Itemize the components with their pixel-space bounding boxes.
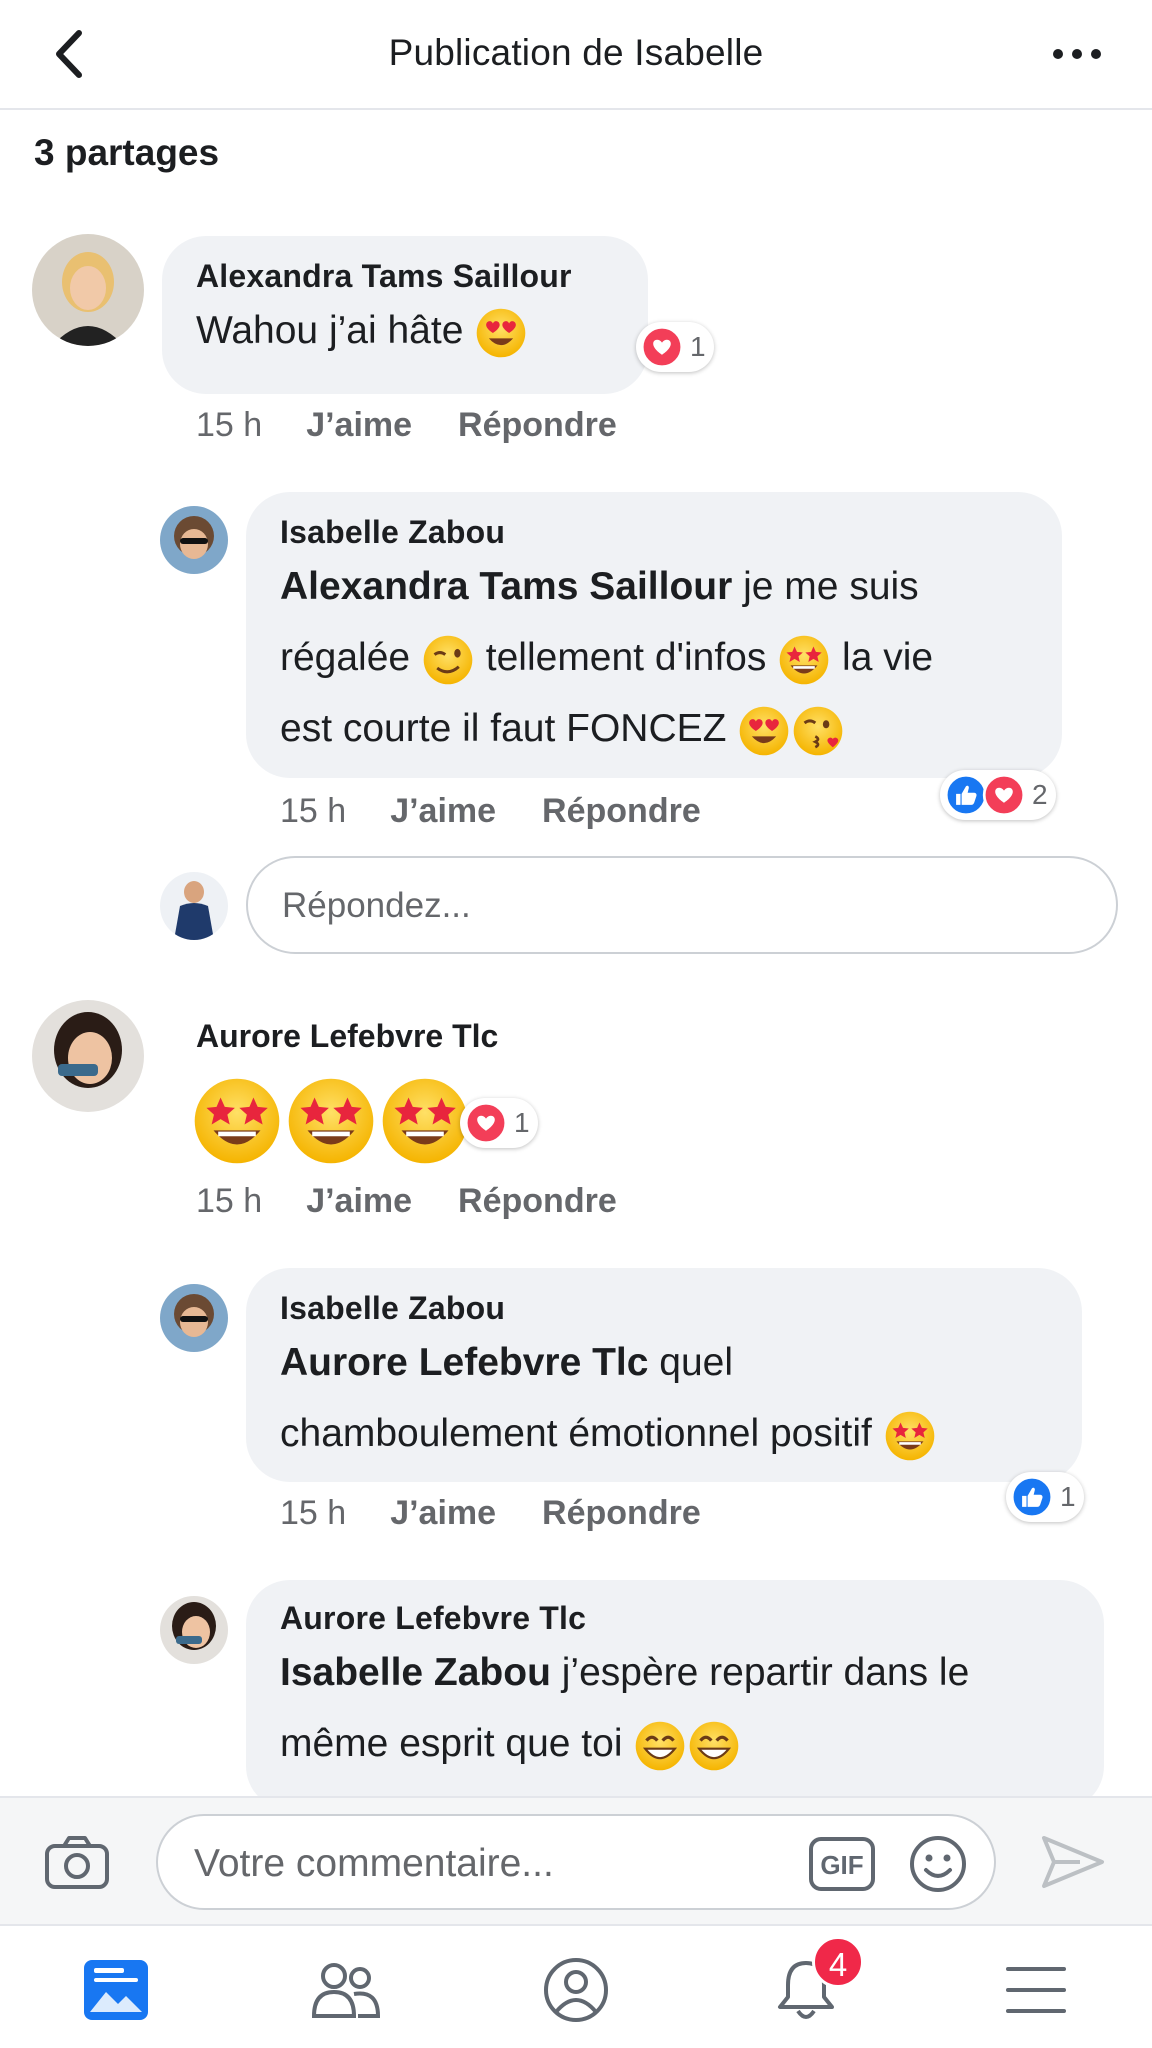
like-button[interactable]: J’aime	[306, 1182, 412, 1220]
comment-author[interactable]: Isabelle Zabou	[280, 1290, 1048, 1327]
send-button[interactable]	[1040, 1834, 1106, 1895]
tab-menu[interactable]	[996, 1950, 1076, 2030]
camera-button[interactable]	[44, 1834, 110, 1895]
star-struck-emoji-icon	[777, 633, 831, 687]
reaction-summary[interactable]: 1	[636, 322, 714, 372]
top-bar: Publication de Isabelle	[0, 0, 1152, 110]
comment-bubble[interactable]: Aurore Lefebvre Tlc Isabelle Zabou j’esp…	[246, 1580, 1104, 1810]
reaction-count: 1	[690, 331, 706, 362]
tab-friends[interactable]	[306, 1950, 386, 2030]
reply-button[interactable]: Répondre	[542, 1494, 701, 1532]
grin-emoji-icon	[633, 1719, 687, 1773]
comment-input-placeholder: Votre commentaire...	[194, 1842, 554, 1885]
star-struck-emoji-icon	[378, 1074, 472, 1168]
comment-composer: Votre commentaire... GIF	[0, 1796, 1152, 1924]
comment-author[interactable]: Aurore Lefebvre Tlc	[196, 1018, 498, 1055]
comment-time: 15 h	[280, 792, 347, 830]
smiley-icon	[910, 1836, 966, 1892]
gif-icon: GIF	[809, 1837, 875, 1891]
reply-button[interactable]: Répondre	[542, 792, 701, 830]
comment-meta: 15 h J’aime Répondre	[196, 1182, 663, 1221]
page-title: Publication de Isabelle	[388, 32, 764, 73]
comment-bubble[interactable]: Isabelle Zabou Aurore Lefebvre Tlc quel …	[246, 1268, 1082, 1482]
reply-input[interactable]: Répondez...	[246, 856, 1118, 954]
comment-bubble[interactable]: Alexandra Tams Saillour Wahou j’ai hâte	[162, 236, 648, 394]
svg-text:GIF: GIF	[820, 1850, 863, 1880]
comment-emojis	[190, 1074, 472, 1168]
wink-emoji-icon	[421, 633, 475, 687]
bottom-tab-bar: 4	[0, 1924, 1152, 2048]
notification-badge: 4	[812, 1936, 864, 1988]
star-struck-emoji-icon	[284, 1074, 378, 1168]
grin-emoji-icon	[687, 1719, 741, 1773]
reaction-summary[interactable]: 1	[1006, 1472, 1084, 1522]
tab-news-feed[interactable]	[76, 1950, 156, 2030]
camera-icon	[45, 1836, 109, 1889]
kiss-emoji-icon	[791, 704, 845, 758]
tab-profile[interactable]	[536, 1950, 616, 2030]
reaction-summary[interactable]: 2	[940, 770, 1056, 820]
reply-button[interactable]: Répondre	[458, 1182, 617, 1220]
reply-button[interactable]: Répondre	[458, 406, 617, 444]
heart-eyes-emoji-icon	[474, 306, 528, 360]
reaction-summary[interactable]: 1	[460, 1098, 538, 1148]
gif-button[interactable]: GIF	[808, 1836, 876, 1897]
like-reaction-icon	[1010, 1475, 1054, 1519]
send-icon	[1042, 1836, 1104, 1888]
current-user-avatar	[160, 872, 228, 940]
profile-icon	[544, 1958, 608, 2022]
star-struck-emoji-icon	[883, 1409, 937, 1463]
shares-count[interactable]: 3 partages	[34, 132, 219, 174]
like-button[interactable]: J’aime	[390, 1494, 496, 1532]
comment-bubble[interactable]: Isabelle Zabou Alexandra Tams Saillour j…	[246, 492, 1062, 778]
avatar[interactable]	[160, 506, 228, 574]
ellipsis-icon	[1053, 49, 1101, 59]
comment-meta: 15 h J’aime Répondre	[280, 792, 747, 831]
emoji-button[interactable]	[908, 1834, 968, 1899]
avatar[interactable]	[32, 1000, 144, 1112]
reaction-count: 1	[1060, 1481, 1076, 1512]
star-struck-emoji-icon	[190, 1074, 284, 1168]
love-reaction-icon	[464, 1101, 508, 1145]
love-reaction-icon	[982, 773, 1026, 817]
menu-icon	[1006, 1967, 1066, 2013]
avatar[interactable]	[32, 234, 144, 346]
comment-text: Alexandra Tams Saillour je me suis régal…	[280, 551, 1028, 764]
like-button[interactable]: J’aime	[390, 792, 496, 830]
mention-link[interactable]: Aurore Lefebvre Tlc	[280, 1341, 648, 1384]
comment-author[interactable]: Aurore Lefebvre Tlc	[280, 1600, 1070, 1637]
mention-link[interactable]: Alexandra Tams Saillour	[280, 565, 732, 608]
heart-eyes-emoji-icon	[737, 704, 791, 758]
like-button[interactable]: J’aime	[306, 406, 412, 444]
comment-meta: 15 h J’aime Répondre	[280, 1494, 747, 1533]
avatar[interactable]	[160, 1596, 228, 1664]
comment-text: Aurore Lefebvre Tlc quel chamboulement é…	[280, 1327, 1048, 1469]
reaction-count: 2	[1032, 779, 1048, 810]
friends-icon	[311, 1963, 381, 2018]
comment-time: 15 h	[280, 1494, 347, 1532]
love-reaction-icon	[640, 325, 684, 369]
news-feed-icon	[84, 1960, 148, 2020]
comment-time: 15 h	[196, 1182, 263, 1220]
avatar[interactable]	[160, 1284, 228, 1352]
comment-text: Isabelle Zabou j’espère repartir dans le…	[280, 1637, 1070, 1779]
more-options-button[interactable]	[1042, 26, 1112, 82]
comment-input[interactable]: Votre commentaire... GIF	[156, 1814, 996, 1910]
mention-link[interactable]: Isabelle Zabou	[280, 1651, 551, 1694]
reaction-count: 1	[514, 1107, 530, 1138]
comment-author[interactable]: Alexandra Tams Saillour	[196, 258, 614, 295]
comment-author[interactable]: Isabelle Zabou	[280, 514, 1028, 551]
comment-text: Wahou j’ai hâte	[196, 295, 614, 366]
comment-meta: 15 h J’aime Répondre	[196, 406, 663, 445]
comment-time: 15 h	[196, 406, 263, 444]
